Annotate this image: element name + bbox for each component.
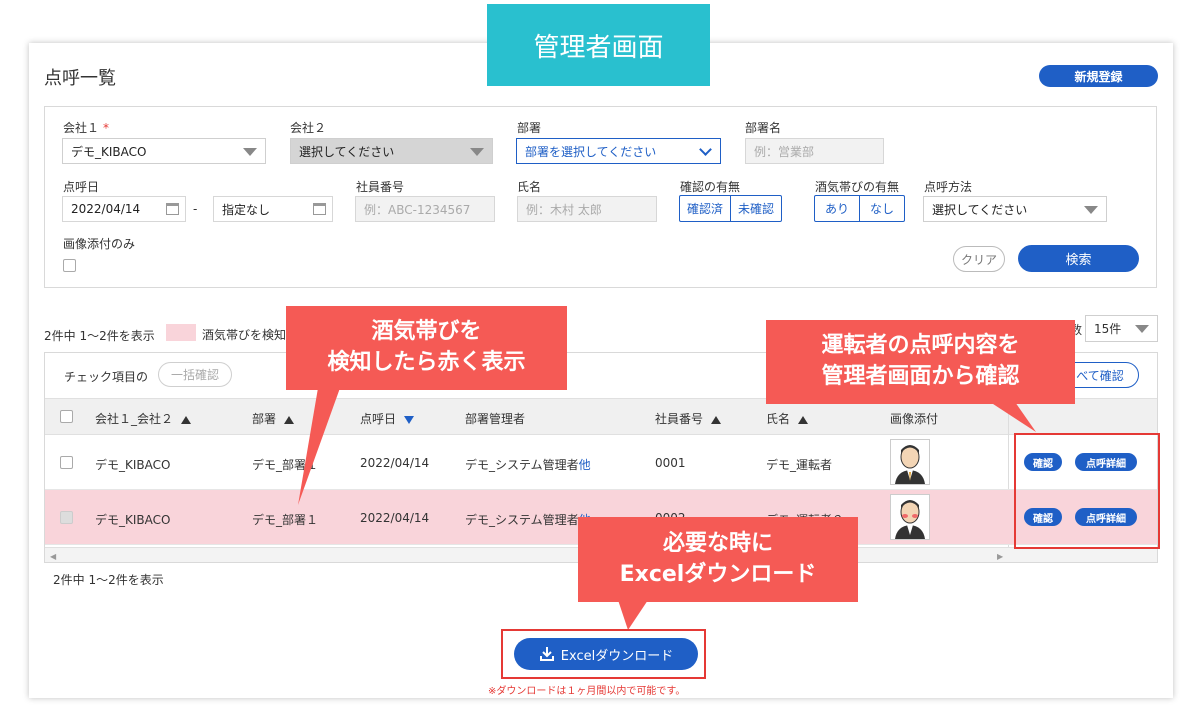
- alcohol-callout-line2: 検知したら赤く表示: [327, 350, 526, 375]
- confirm-callout-pointer: [990, 402, 1036, 432]
- alcohol-callout-pointer: [298, 388, 340, 505]
- alcohol-callout: 酒気帯びを 検知したら赤く表示: [286, 306, 567, 390]
- confirm-callout: 運転者の点呼内容を 管理者画面から確認: [766, 320, 1075, 404]
- excel-callout-pointer: [618, 600, 648, 630]
- confirm-callout-line1: 運転者の点呼内容を: [821, 333, 1020, 359]
- excel-callout-line2: Excelダウンロード: [619, 561, 817, 587]
- excel-callout: 必要な時に Excelダウンロード: [578, 517, 858, 602]
- alcohol-callout-line1: 酒気帯びを: [371, 319, 482, 345]
- confirm-callout-line2: 管理者画面から確認: [821, 364, 1020, 389]
- actions-highlight: [1014, 433, 1160, 549]
- excel-highlight: [501, 629, 706, 679]
- excel-callout-line1: 必要な時に: [662, 530, 773, 556]
